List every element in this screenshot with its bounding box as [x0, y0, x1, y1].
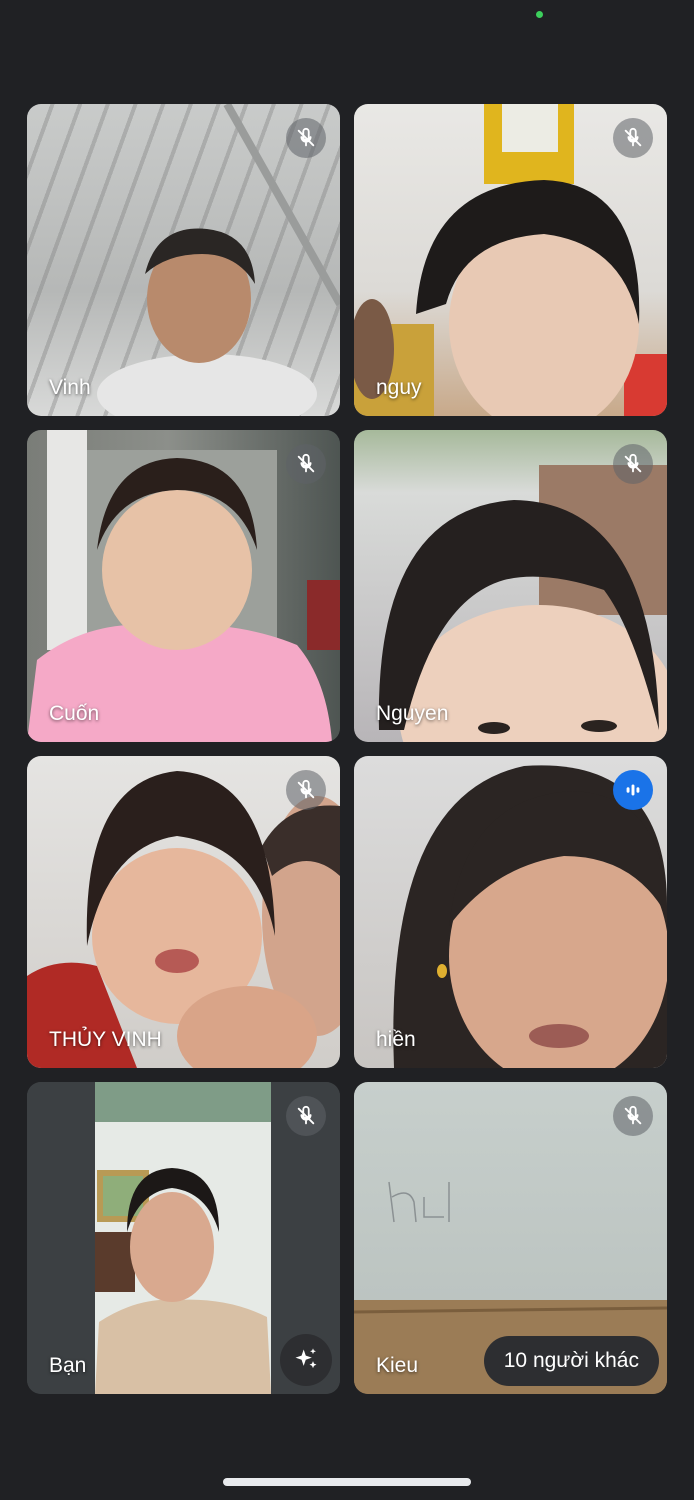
participant-name: Cuốn [49, 702, 100, 725]
participant-tile[interactable]: THỦY VINH [27, 756, 340, 1068]
mic-off-icon [613, 1096, 653, 1136]
mic-off-icon [286, 118, 326, 158]
participant-name: nguy [376, 376, 422, 399]
participant-name: hiền [376, 1028, 416, 1051]
participant-tile[interactable]: Vinh [27, 104, 340, 416]
sparkle-effects-icon[interactable] [280, 1334, 332, 1386]
home-indicator[interactable] [223, 1478, 471, 1486]
camera-in-use-indicator [536, 11, 543, 18]
participant-tile[interactable]: nguy [354, 104, 667, 416]
participant-name: Kieu [376, 1354, 419, 1377]
mic-off-icon [613, 118, 653, 158]
participant-name: Nguyen [376, 702, 449, 725]
participant-tile[interactable]: hiền [354, 756, 667, 1068]
self-view-tile[interactable]: Bạn [27, 1082, 340, 1394]
participant-tile[interactable]: Kieu 10 người khác [354, 1082, 667, 1394]
participant-name: Bạn [49, 1354, 87, 1377]
audio-level-icon [613, 770, 653, 810]
participant-tile[interactable]: Nguyen [354, 430, 667, 742]
participant-name: Vinh [49, 376, 91, 399]
mic-off-icon [286, 444, 326, 484]
mic-off-icon [286, 1096, 326, 1136]
participant-tile[interactable]: Cuốn [27, 430, 340, 742]
more-participants-button[interactable]: 10 người khác [483, 1336, 659, 1386]
participant-grid: Vinh nguy Cuốn Nguyen THỦY VINH hiền Bạn… [27, 104, 667, 1394]
mic-off-icon [613, 444, 653, 484]
meet-call-screen: Vinh nguy Cuốn Nguyen THỦY VINH hiền Bạn… [0, 0, 694, 1500]
mic-off-icon [286, 770, 326, 810]
participant-name: THỦY VINH [49, 1028, 162, 1051]
